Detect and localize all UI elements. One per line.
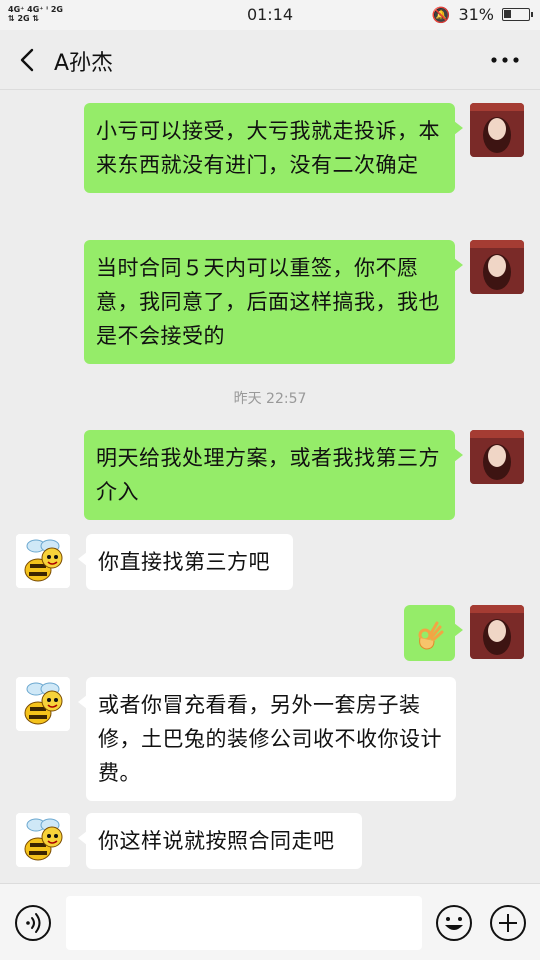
user-avatar-image [470, 430, 524, 484]
battery-percent: 31% [458, 5, 494, 24]
avatar[interactable] [470, 240, 524, 294]
message-timestamp: 昨天 22:57 [233, 391, 307, 407]
avatar[interactable] [470, 103, 524, 157]
avatar[interactable] [470, 430, 524, 484]
status-bar: 4G⁺ 4G⁺ ⁱ 2G ⇅ 2G ⇅ 01:14 🔕 31% [0, 0, 540, 30]
chat-header: A孙杰 [0, 30, 540, 90]
message-input[interactable] [66, 896, 422, 950]
message-bubble-sent[interactable] [404, 605, 463, 661]
chevron-left-icon[interactable] [14, 46, 42, 74]
bee-avatar-icon [16, 534, 70, 588]
emoji-icon[interactable] [435, 904, 473, 942]
ok-hand-emoji-icon [418, 621, 444, 650]
chat-title: A孙杰 [54, 51, 114, 76]
message-bubble-received[interactable]: 或者你冒充看看，另外一套房子装修，土巴兔的装修公司收不收你设计费。 [78, 677, 456, 801]
message-bubble-received[interactable]: 你这样说就按照合同走吧 [78, 813, 362, 869]
avatar[interactable] [16, 813, 70, 867]
status-right: 🔕 31% [431, 5, 533, 24]
message-bubble-sent[interactable]: 明天给我处理方案，或者我找第三方介入 [84, 430, 463, 520]
input-bar [0, 883, 540, 960]
mute-bell-icon: 🔕 [431, 5, 451, 24]
message-bubble-sent[interactable]: 当时合同５天内可以重签，你不愿意，我同意了，后面这样搞我，我也是不会接受的 [84, 240, 463, 364]
more-dots-icon[interactable] [488, 48, 522, 72]
avatar[interactable] [16, 677, 70, 731]
bee-avatar-icon [16, 677, 70, 731]
voice-icon[interactable] [14, 904, 52, 942]
chat-area[interactable]: 小亏可以接受，大亏我就走投诉，本来东西就没有进门，没有二次确定 当时合同５天内可… [0, 91, 540, 883]
user-avatar-image [470, 605, 524, 659]
bee-avatar-icon [16, 813, 70, 867]
avatar[interactable] [470, 605, 524, 659]
message-bubble-sent[interactable]: 小亏可以接受，大亏我就走投诉，本来东西就没有进门，没有二次确定 [84, 103, 463, 193]
user-avatar-image [470, 240, 524, 294]
message-bubble-received[interactable]: 你直接找第三方吧 [78, 534, 293, 590]
user-avatar-image [470, 103, 524, 157]
battery-icon [502, 8, 533, 21]
avatar[interactable] [16, 534, 70, 588]
plus-icon[interactable] [489, 904, 527, 942]
